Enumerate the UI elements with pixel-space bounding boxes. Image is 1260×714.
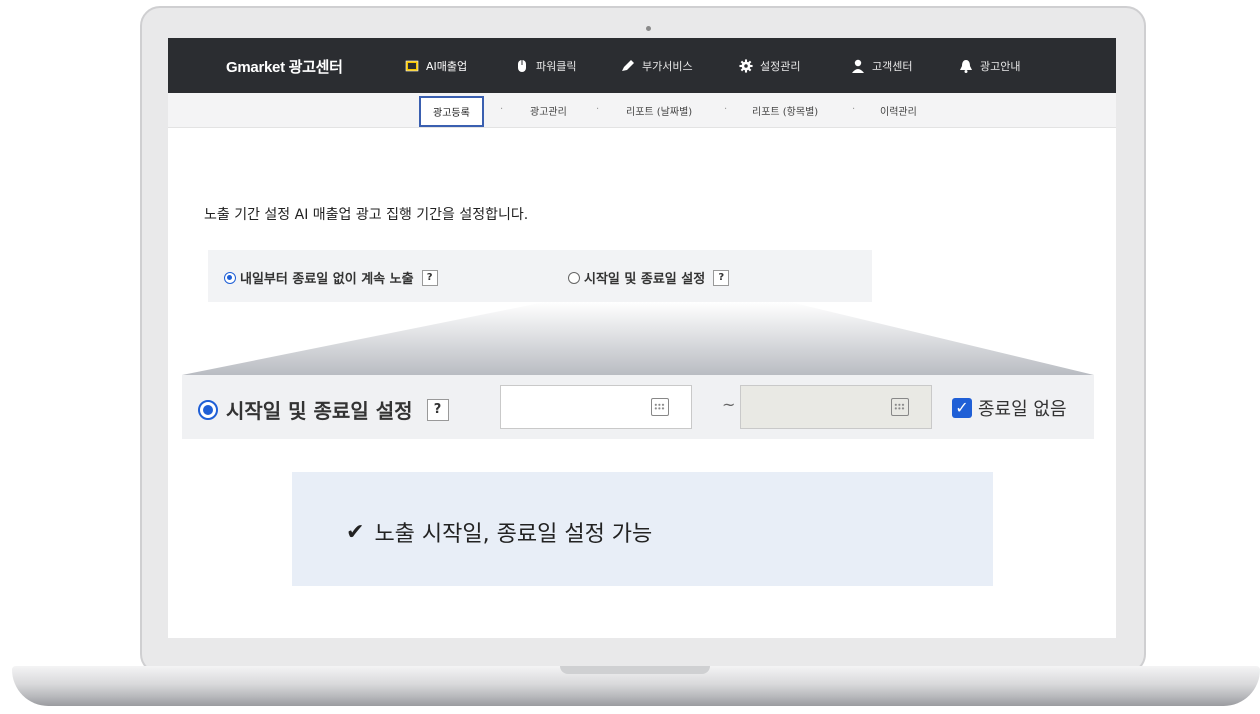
tab-report-item[interactable]: 리포트 (항목별) bbox=[752, 103, 818, 118]
radio-selected[interactable] bbox=[224, 271, 236, 284]
mouse-icon bbox=[518, 60, 526, 72]
help-icon[interactable]: ? bbox=[713, 269, 730, 286]
check-icon: ✔ bbox=[346, 519, 365, 545]
tab-ad-manage[interactable]: 광고관리 bbox=[530, 103, 567, 118]
person-icon bbox=[852, 59, 864, 73]
ai-chip-icon bbox=[405, 60, 419, 72]
info-text-row: ✔ 노출 시작일, 종료일 설정 가능 bbox=[346, 516, 652, 548]
help-icon[interactable]: ? bbox=[421, 269, 438, 286]
nav-item-powerclick[interactable]: 파워클릭 bbox=[514, 58, 576, 74]
nav-item-settings[interactable]: 설정관리 bbox=[738, 58, 800, 74]
pen-icon bbox=[622, 60, 634, 71]
tab-ad-register[interactable]: 광고등록 bbox=[419, 96, 484, 127]
separator-dot: · bbox=[852, 104, 856, 115]
option-date-range[interactable]: 시작일 및 종료일 설정 ? bbox=[568, 268, 730, 287]
nav-item-support[interactable]: 고객센터 bbox=[850, 58, 912, 74]
option-label: 시작일 및 종료일 설정 bbox=[584, 272, 706, 287]
separator-dot: · bbox=[500, 104, 504, 115]
nav-label: AI매출업 bbox=[426, 60, 468, 73]
bell-icon bbox=[960, 60, 972, 73]
zoomed-option-label: 시작일 및 종료일 설정 bbox=[226, 399, 413, 423]
info-box: ✔ 노출 시작일, 종료일 설정 가능 bbox=[292, 472, 993, 586]
calendar-icon[interactable] bbox=[891, 398, 909, 416]
zoomed-option-date-range[interactable]: 시작일 및 종료일 설정 ? bbox=[198, 395, 449, 424]
separator-dot: · bbox=[596, 104, 600, 115]
end-date-input[interactable] bbox=[740, 385, 932, 429]
help-icon[interactable]: ? bbox=[426, 398, 449, 421]
separator-dot: · bbox=[724, 104, 728, 115]
section-description: 노출 기간 설정 AI 매출업 광고 집행 기간을 설정합니다. bbox=[204, 207, 529, 223]
nav-label: 파워클릭 bbox=[536, 60, 577, 73]
option-label: 내일부터 종료일 없이 계속 노출 bbox=[240, 272, 414, 287]
nav-label: 설정관리 bbox=[760, 60, 801, 73]
camera-icon bbox=[646, 26, 651, 31]
tab-report-date[interactable]: 리포트 (날짜별) bbox=[626, 103, 692, 118]
calendar-icon[interactable] bbox=[651, 398, 669, 416]
no-end-date-checkbox[interactable]: ✓ 종료일 없음 bbox=[952, 395, 1067, 421]
gear-icon bbox=[739, 59, 753, 73]
checkbox-checked-icon[interactable]: ✓ bbox=[952, 398, 972, 418]
option-continuous[interactable]: 내일부터 종료일 없이 계속 노출 ? bbox=[224, 268, 438, 287]
radio-unselected[interactable] bbox=[568, 271, 580, 284]
zoomed-date-setting: 시작일 및 종료일 설정 ? ~ ✓ 종료일 없음 bbox=[182, 375, 1094, 439]
range-separator: ~ bbox=[722, 395, 736, 414]
sub-nav: 광고등록 · 광고관리 · 리포트 (날짜별) · 리포트 (항목별) · 이력… bbox=[168, 93, 1116, 128]
start-date-input[interactable] bbox=[500, 385, 692, 429]
nav-item-guide[interactable]: 광고안내 bbox=[958, 58, 1020, 74]
nav-label: 부가서비스 bbox=[642, 60, 693, 73]
nav-item-addon[interactable]: 부가서비스 bbox=[620, 58, 693, 74]
site-logo[interactable]: Gmarket 광고센터 bbox=[226, 56, 343, 77]
nav-item-ai[interactable]: AI매출업 bbox=[404, 58, 467, 74]
top-nav: Gmarket 광고센터 AI매출업 파워클릭 부가서비스 설정관리 고객센터 … bbox=[168, 38, 1116, 93]
no-end-date-label: 종료일 없음 bbox=[978, 399, 1067, 420]
nav-label: 고객센터 bbox=[872, 60, 913, 73]
tab-history[interactable]: 이력관리 bbox=[880, 103, 917, 118]
laptop-screen: Gmarket 광고센터 AI매출업 파워클릭 부가서비스 설정관리 고객센터 … bbox=[168, 38, 1116, 638]
info-message: 노출 시작일, 종료일 설정 가능 bbox=[374, 522, 653, 547]
radio-selected[interactable] bbox=[198, 399, 218, 420]
exposure-option-panel: 내일부터 종료일 없이 계속 노출 ? 시작일 및 종료일 설정 ? bbox=[208, 250, 872, 302]
nav-label: 광고안내 bbox=[980, 60, 1021, 73]
laptop-notch bbox=[560, 666, 710, 674]
